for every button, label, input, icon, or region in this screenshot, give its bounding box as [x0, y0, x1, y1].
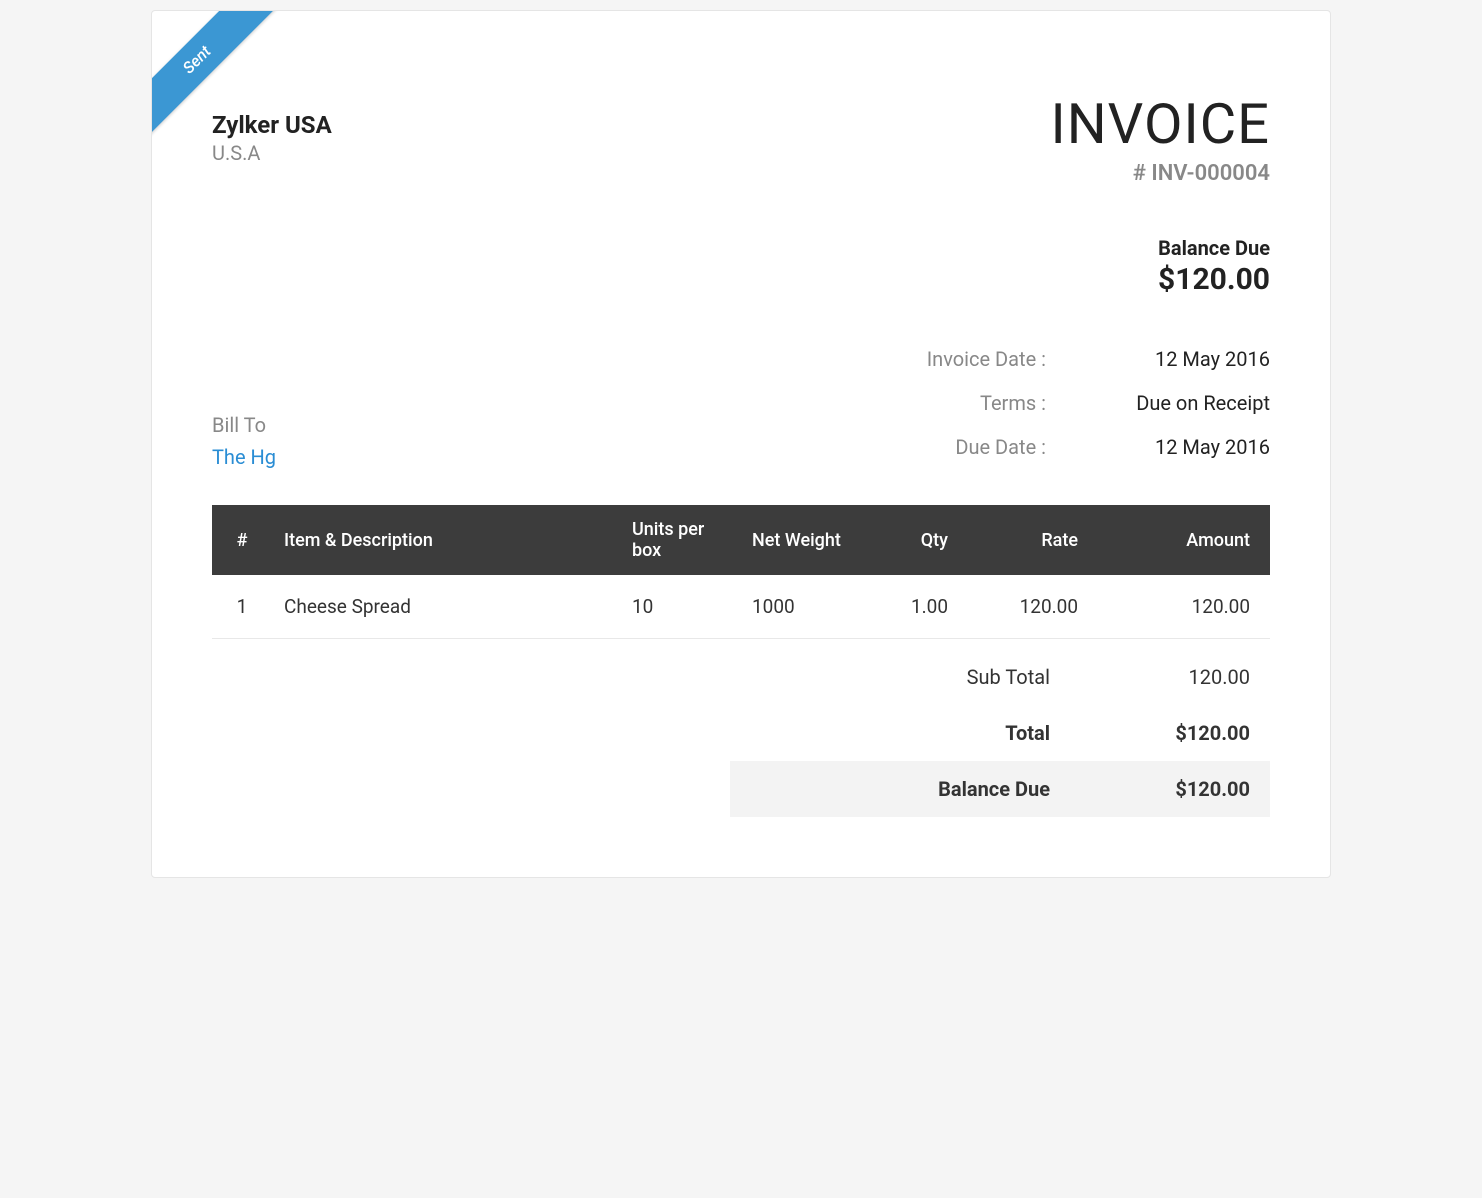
- meta-table: Invoice Date : 12 May 2016 Terms : Due o…: [870, 337, 1270, 469]
- meta-row-terms: Terms : Due on Receipt: [870, 381, 1270, 425]
- col-num: #: [212, 505, 272, 575]
- meta-row-due-date: Due Date : 12 May 2016: [870, 425, 1270, 469]
- invoice-block: INVOICE # INV-000004 Balance Due $120.00: [1050, 91, 1270, 297]
- header-row: Zylker USA U.S.A INVOICE # INV-000004 Ba…: [212, 91, 1270, 297]
- mid-row: Bill To The Hg Invoice Date : 12 May 201…: [212, 337, 1270, 469]
- total-value: $120.00: [1110, 721, 1250, 745]
- balance-due-row: Balance Due $120.00: [730, 761, 1270, 817]
- subtotal-row: Sub Total 120.00: [730, 649, 1270, 705]
- company-country: U.S.A: [212, 141, 332, 165]
- balance-value: $120.00: [1110, 777, 1250, 801]
- subtotal-label: Sub Total: [750, 665, 1110, 689]
- cell-num: 1: [212, 575, 272, 639]
- bill-to-name[interactable]: The Hg: [212, 445, 276, 469]
- company-name: Zylker USA: [212, 111, 332, 139]
- invoice-card: Sent Zylker USA U.S.A INVOICE # INV-0000…: [151, 10, 1331, 878]
- col-units: Units per box: [620, 505, 740, 575]
- cell-amount: 120.00: [1090, 575, 1270, 639]
- cell-qty: 1.00: [860, 575, 960, 639]
- meta-label: Invoice Date :: [870, 347, 1070, 371]
- cell-rate: 120.00: [960, 575, 1090, 639]
- total-label: Total: [750, 721, 1110, 745]
- col-qty: Qty: [860, 505, 960, 575]
- meta-value: 12 May 2016: [1070, 435, 1270, 459]
- col-item: Item & Description: [272, 505, 620, 575]
- items-header-row: # Item & Description Units per box Net W…: [212, 505, 1270, 575]
- cell-units: 10: [620, 575, 740, 639]
- invoice-number: # INV-000004: [1050, 161, 1270, 186]
- balance-due-label: Balance Due: [1050, 236, 1270, 260]
- meta-label: Terms :: [870, 391, 1070, 415]
- col-amount: Amount: [1090, 505, 1270, 575]
- col-rate: Rate: [960, 505, 1090, 575]
- meta-value: Due on Receipt: [1070, 391, 1270, 415]
- total-row: Total $120.00: [730, 705, 1270, 761]
- cell-net: 1000: [740, 575, 860, 639]
- cell-item: Cheese Spread: [272, 575, 620, 639]
- items-table: # Item & Description Units per box Net W…: [212, 505, 1270, 639]
- table-row: 1 Cheese Spread 10 1000 1.00 120.00 120.…: [212, 575, 1270, 639]
- meta-value: 12 May 2016: [1070, 347, 1270, 371]
- invoice-title: INVOICE: [1050, 91, 1270, 157]
- meta-label: Due Date :: [870, 435, 1070, 459]
- bill-to-block: Bill To The Hg: [212, 413, 276, 469]
- company-block: Zylker USA U.S.A: [212, 91, 332, 165]
- col-net: Net Weight: [740, 505, 860, 575]
- balance-label: Balance Due: [750, 777, 1110, 801]
- subtotal-value: 120.00: [1110, 665, 1250, 689]
- bill-to-label: Bill To: [212, 413, 276, 437]
- totals-block: Sub Total 120.00 Total $120.00 Balance D…: [730, 649, 1270, 817]
- balance-due-amount: $120.00: [1050, 262, 1270, 297]
- meta-row-invoice-date: Invoice Date : 12 May 2016: [870, 337, 1270, 381]
